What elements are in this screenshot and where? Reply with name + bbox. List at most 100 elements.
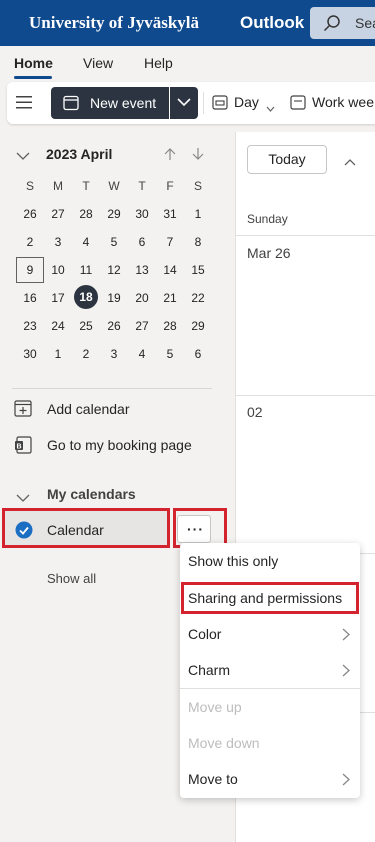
calendar-row-divider — [235, 395, 375, 396]
day-cell[interactable]: 12 — [100, 263, 128, 277]
chevron-right-icon — [342, 773, 350, 791]
day-cell[interactable]: 1 — [44, 347, 72, 361]
org-brand[interactable]: University of Jyväskylä — [29, 13, 199, 33]
day-cell[interactable]: 26 — [100, 319, 128, 333]
day-cell[interactable]: 1 — [184, 207, 212, 221]
new-event-button[interactable]: New event — [51, 87, 169, 119]
date-cell-label: Mar 26 — [247, 245, 291, 261]
day-cell[interactable]: 6 — [128, 235, 156, 249]
menu-icon[interactable] — [16, 96, 32, 114]
menu-item-move-up: Move up — [188, 699, 242, 715]
day-cell[interactable]: 5 — [156, 347, 184, 361]
previous-month-arrow-icon[interactable] — [164, 147, 176, 166]
chevron-down-icon — [266, 99, 275, 115]
search-input[interactable]: Sea — [355, 15, 375, 31]
search-icon — [323, 14, 341, 37]
next-month-arrow-icon[interactable] — [192, 147, 204, 166]
day-cell[interactable]: 25 — [72, 319, 100, 333]
highlight-box-more — [173, 508, 227, 548]
day-cell[interactable]: 28 — [72, 207, 100, 221]
work-week-label: Work wee — [312, 94, 374, 110]
show-all-link[interactable]: Show all — [47, 571, 96, 586]
menu-item-show-this-only[interactable]: Show this only — [188, 553, 278, 569]
day-cell[interactable]: 17 — [44, 291, 72, 305]
day-cell[interactable]: 23 — [16, 319, 44, 333]
chevron-right-icon — [342, 664, 350, 682]
day-cell[interactable]: 31 — [156, 207, 184, 221]
work-week-icon — [290, 95, 306, 113]
day-cell[interactable]: 28 — [156, 319, 184, 333]
day-cell[interactable]: 15 — [184, 263, 212, 277]
day-cell[interactable]: 20 — [128, 291, 156, 305]
sidebar-divider — [12, 388, 212, 389]
weekday-label: S — [25, 179, 34, 193]
tab-home[interactable]: Home — [14, 55, 53, 71]
weekday-label: T — [138, 179, 146, 193]
day-cell-today[interactable]: 18 — [74, 285, 98, 309]
add-calendar-icon — [14, 400, 32, 420]
day-cell[interactable]: 22 — [184, 291, 212, 305]
day-cell[interactable]: 29 — [100, 207, 128, 221]
day-cell[interactable]: 3 — [44, 235, 72, 249]
weekday-label: M — [53, 179, 63, 193]
day-cell[interactable]: 5 — [100, 235, 128, 249]
weekday-label: T — [82, 179, 90, 193]
day-cell[interactable]: 3 — [100, 347, 128, 361]
day-cell[interactable]: 4 — [72, 235, 100, 249]
tab-view[interactable]: View — [83, 55, 113, 71]
active-tab-indicator — [14, 76, 52, 79]
weekday-label: S — [193, 179, 202, 193]
day-cell[interactable]: 8 — [184, 235, 212, 249]
day-header: Sunday — [247, 212, 288, 226]
day-cell[interactable]: 24 — [44, 319, 72, 333]
command-separator — [203, 92, 204, 114]
day-cell-selected[interactable]: 9 — [16, 257, 44, 283]
highlight-box-sharing — [181, 582, 359, 614]
day-cell[interactable]: 27 — [44, 207, 72, 221]
chevron-up-icon[interactable] — [344, 153, 356, 171]
day-cell[interactable]: 4 — [128, 347, 156, 361]
day-cell[interactable]: 2 — [16, 235, 44, 249]
my-calendars-chevron-icon[interactable] — [16, 490, 30, 508]
day-cell[interactable]: 30 — [16, 347, 44, 361]
chevron-down-icon — [177, 98, 191, 107]
today-button[interactable]: Today — [247, 145, 327, 174]
menu-item-charm[interactable]: Charm — [188, 662, 230, 678]
day-cell[interactable]: 14 — [156, 263, 184, 277]
date-cell-label: 02 — [247, 404, 263, 420]
weekday-label: W — [108, 179, 120, 193]
app-name[interactable]: Outlook — [240, 13, 304, 33]
day-view-icon — [212, 95, 228, 113]
highlight-box-calendar — [2, 508, 170, 548]
day-cell[interactable]: 11 — [72, 263, 100, 277]
new-event-dropdown-button[interactable] — [170, 87, 198, 119]
day-cell[interactable]: 27 — [128, 319, 156, 333]
tab-help[interactable]: Help — [144, 55, 173, 71]
day-cell[interactable]: 7 — [156, 235, 184, 249]
menu-item-color[interactable]: Color — [188, 626, 221, 642]
day-cell[interactable]: 30 — [128, 207, 156, 221]
day-cell[interactable]: 13 — [128, 263, 156, 277]
new-event-label: New event — [90, 95, 157, 111]
mini-calendar-title[interactable]: 2023 April — [46, 146, 112, 162]
search-box[interactable]: Sea — [310, 7, 375, 39]
my-calendars-header[interactable]: My calendars — [47, 486, 136, 502]
calendar-row-divider — [235, 235, 375, 236]
day-cell[interactable]: 2 — [72, 347, 100, 361]
collapse-chevron-icon[interactable] — [16, 148, 30, 166]
booking-icon: B — [14, 436, 32, 457]
day-view-label: Day — [234, 94, 259, 110]
day-cell[interactable]: 21 — [156, 291, 184, 305]
day-cell[interactable]: 19 — [100, 291, 128, 305]
day-cell[interactable]: 6 — [184, 347, 212, 361]
day-cell[interactable]: 16 — [16, 291, 44, 305]
menu-item-move-to[interactable]: Move to — [188, 771, 238, 787]
booking-page-label: Go to my booking page — [47, 437, 192, 453]
day-cell[interactable]: 29 — [184, 319, 212, 333]
menu-item-move-down: Move down — [188, 735, 260, 751]
svg-text:B: B — [17, 444, 22, 451]
day-cell[interactable]: 26 — [16, 207, 44, 221]
chevron-right-icon — [342, 628, 350, 646]
menu-separator — [180, 688, 360, 689]
day-cell[interactable]: 10 — [44, 263, 72, 277]
